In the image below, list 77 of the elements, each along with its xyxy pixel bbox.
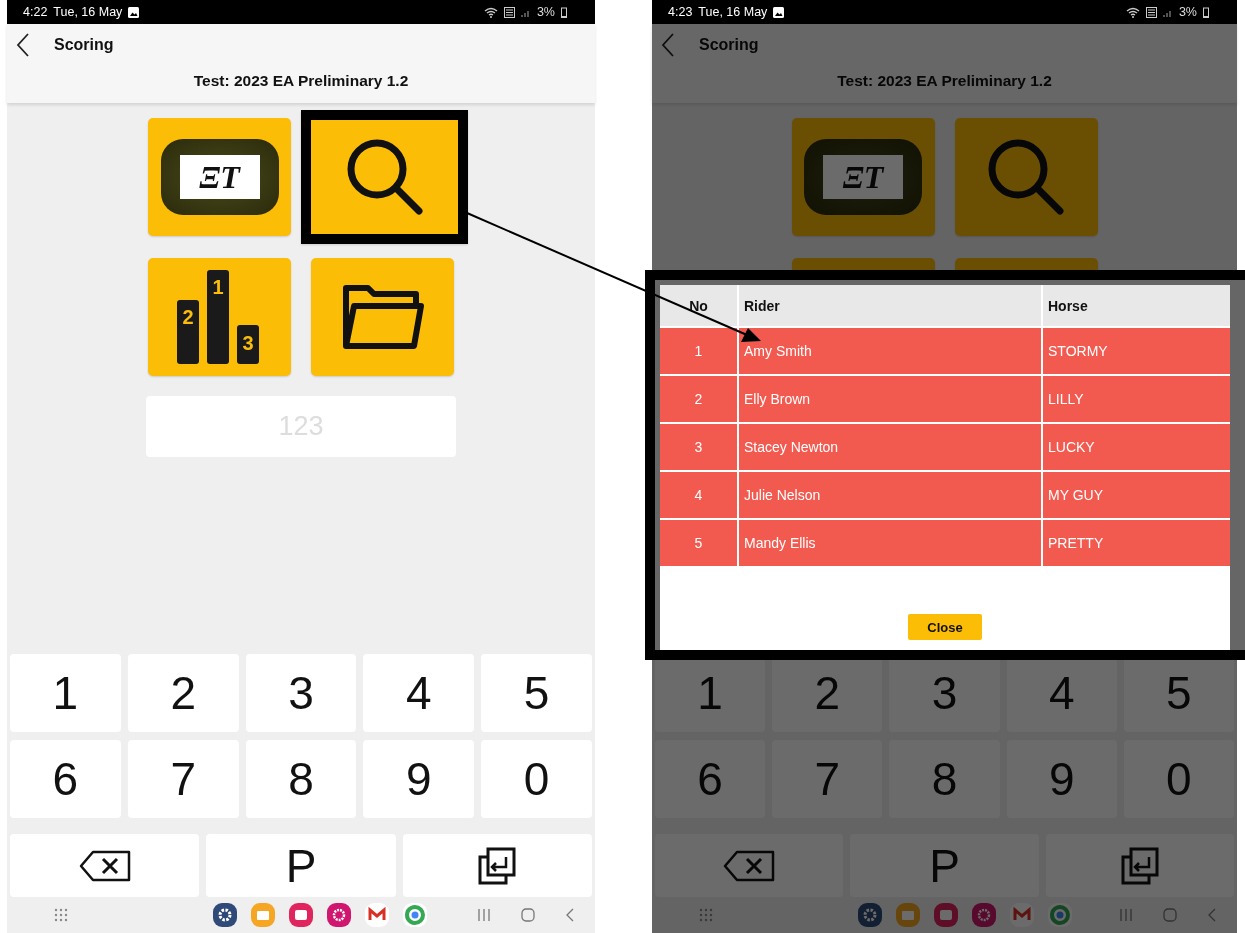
keypad-key[interactable]: 0: [481, 740, 592, 818]
app-grid-icon[interactable]: [699, 908, 713, 922]
image-icon: [773, 6, 785, 18]
podium-tile[interactable]: 1 2 3: [148, 258, 291, 376]
screen-title: Scoring: [699, 36, 759, 54]
keypad-key[interactable]: 6: [10, 740, 121, 818]
volte-icon: [503, 6, 515, 18]
keypad-key[interactable]: 3: [245, 654, 357, 732]
test-name: Test: 2023 EA Preliminary 1.2: [192, 72, 410, 90]
folder-app-icon[interactable]: [251, 903, 275, 927]
enter-icon: [478, 846, 517, 885]
table-cell[interactable]: Mandy Ellis: [737, 520, 1041, 566]
keypad-key[interactable]: P: [850, 834, 1039, 897]
column-header: No: [688, 296, 709, 316]
keypad-key[interactable]: 7: [127, 740, 239, 818]
table-cell[interactable]: PRETTY: [1041, 520, 1230, 566]
back-icon[interactable]: [16, 33, 30, 57]
back-nav-icon[interactable]: [1207, 908, 1217, 922]
keypad-key[interactable]: 8: [889, 740, 1000, 818]
camera-app-icon[interactable]: [934, 903, 958, 927]
battery-percent: 3%: [1178, 5, 1197, 19]
browser-app-icon[interactable]: [1048, 903, 1072, 927]
flower-app-icon[interactable]: [327, 903, 351, 927]
device-screen-text: ΞT: [179, 155, 260, 199]
backspace-icon: [723, 849, 776, 882]
keypad-key[interactable]: 5: [481, 654, 592, 732]
home-icon[interactable]: [1163, 908, 1177, 922]
status-date: Tue, 16 May: [53, 5, 123, 19]
display-tile[interactable]: ΞT: [791, 118, 935, 236]
status-time: 4:23: [668, 5, 693, 19]
status-date: Tue, 16 May: [698, 5, 768, 19]
keypad-key[interactable]: 8: [245, 740, 357, 818]
keypad-key[interactable]: 1: [10, 654, 121, 732]
battery-percent: 3%: [536, 5, 555, 19]
keypad-key[interactable]: 9: [1006, 740, 1117, 818]
keypad-key[interactable]: 0: [1123, 740, 1234, 818]
folder-tile[interactable]: [311, 258, 454, 376]
camera-app-icon[interactable]: [289, 903, 313, 927]
app-grid-icon[interactable]: [54, 908, 68, 922]
table-cell[interactable]: 2: [660, 376, 737, 422]
search-tile[interactable]: [954, 118, 1098, 236]
enter-icon: [1120, 846, 1159, 885]
wifi-icon: [1125, 6, 1140, 18]
table-cell[interactable]: 1: [660, 328, 737, 374]
keypad-key[interactable]: 2: [127, 654, 239, 732]
folder-icon: [341, 282, 424, 352]
search-tile[interactable]: [301, 110, 468, 244]
status-time: 4:22: [23, 5, 48, 19]
backspace-icon: [78, 849, 131, 882]
table-cell[interactable]: 4: [660, 472, 737, 518]
backspace-key[interactable]: [10, 834, 200, 897]
mail-app-icon[interactable]: [365, 903, 389, 927]
wifi-icon: [483, 6, 498, 18]
keypad-key[interactable]: 7: [772, 740, 883, 818]
image-icon: [128, 6, 140, 18]
home-icon[interactable]: [521, 908, 535, 922]
table-cell[interactable]: 3: [660, 424, 737, 470]
enter-key[interactable]: [402, 834, 592, 897]
back-nav-icon[interactable]: [565, 908, 575, 922]
flower-app-icon[interactable]: [972, 903, 996, 927]
mail-app-icon[interactable]: [1010, 903, 1034, 927]
screen-title: Scoring: [54, 36, 114, 54]
keypad-key[interactable]: P: [206, 834, 396, 897]
test-name: Test: 2023 EA Preliminary 1.2: [836, 72, 1053, 90]
keypad-key[interactable]: 9: [363, 740, 475, 818]
battery-icon: [561, 6, 567, 18]
table-cell[interactable]: 5: [660, 520, 737, 566]
device-screen-text: ΞT: [823, 155, 903, 199]
keypad-key[interactable]: 4: [363, 654, 475, 732]
display-tile[interactable]: ΞT: [148, 118, 291, 236]
battery-icon: [1203, 6, 1209, 18]
gear-app-icon[interactable]: [213, 903, 237, 927]
volte-icon: [1145, 6, 1157, 18]
keypad-key[interactable]: 6: [655, 740, 766, 818]
recents-icon[interactable]: [477, 908, 491, 922]
close-button[interactable]: Close: [908, 614, 982, 640]
browser-app-icon[interactable]: [403, 903, 427, 927]
